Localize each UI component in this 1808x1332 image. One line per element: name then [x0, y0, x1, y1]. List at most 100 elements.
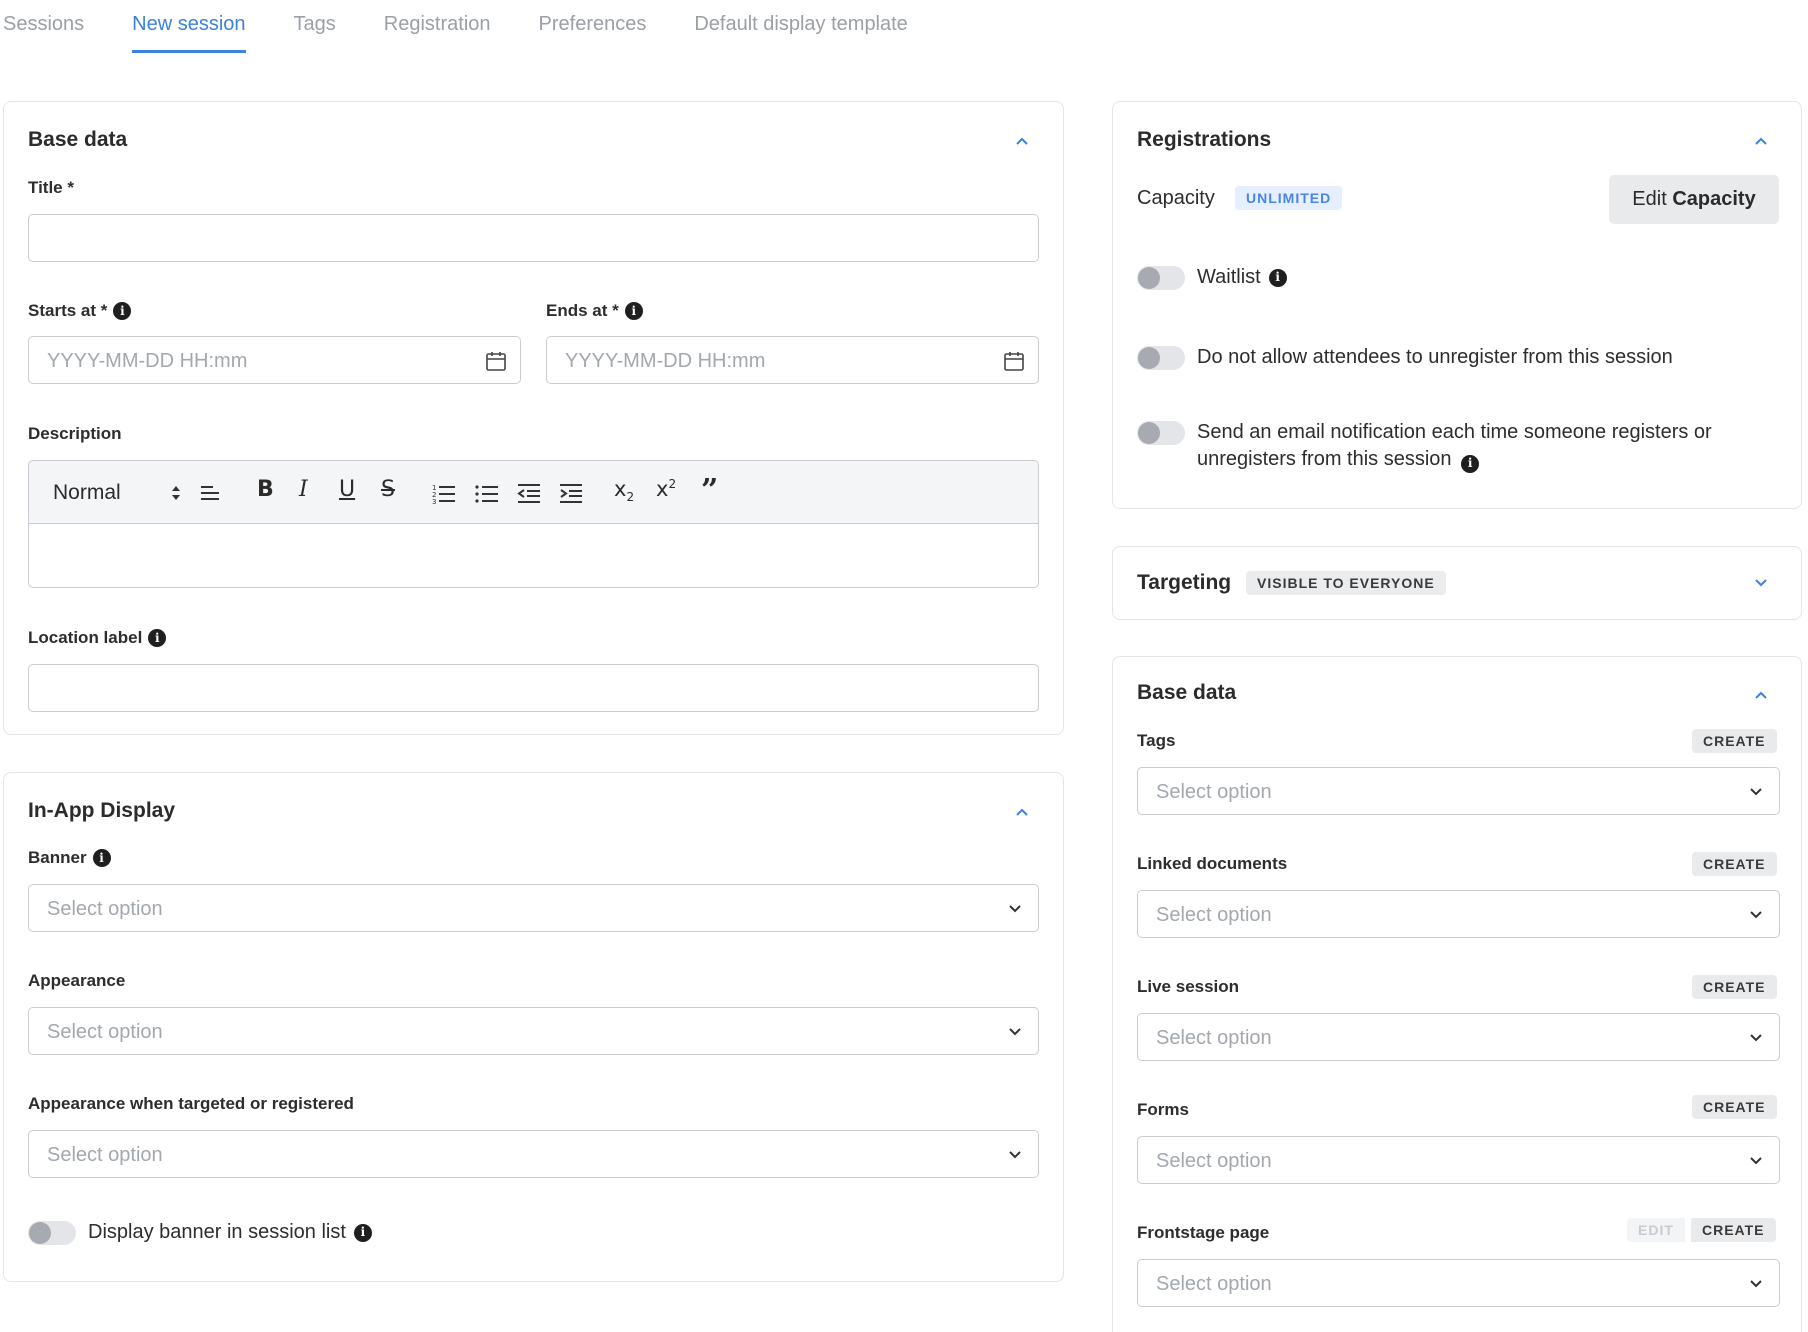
appearance-select[interactable]: Select option — [28, 1007, 1039, 1055]
starts-at-input[interactable]: YYYY-MM-DD HH:mm — [28, 336, 521, 384]
card-title: Base data — [1137, 681, 1237, 704]
chevron-up-icon[interactable] — [1015, 134, 1029, 148]
chevron-down-icon[interactable] — [1754, 576, 1768, 590]
title-label: Title * — [28, 178, 74, 198]
title-input[interactable] — [28, 214, 1039, 262]
appearance-label-text: Appearance — [28, 971, 126, 990]
select-placeholder: Select option — [47, 1144, 163, 1166]
frontstage-page-select[interactable]: Select option — [1137, 1259, 1780, 1307]
create-forms-button[interactable]: CREATE — [1692, 1095, 1777, 1119]
targeting-card[interactable]: Targeting VISIBLE TO EVERYONE — [1112, 546, 1802, 620]
waitlist-label-text: Waitlist — [1197, 266, 1261, 288]
info-icon[interactable]: i — [1268, 268, 1287, 287]
select-placeholder: Select option — [1156, 1150, 1272, 1172]
location-input[interactable] — [28, 664, 1039, 712]
underline-icon[interactable]: U — [339, 477, 355, 502]
create-frontstage-button[interactable]: CREATE — [1691, 1218, 1776, 1242]
starts-at-label-text: Starts at * — [28, 301, 108, 320]
appearance-targeted-select[interactable]: Select option — [28, 1130, 1039, 1178]
tab-tags[interactable]: Tags — [294, 0, 336, 53]
chevron-up-icon[interactable] — [1754, 134, 1768, 148]
live-session-label: Live session — [1137, 977, 1240, 996]
svg-text:3: 3 — [432, 498, 436, 504]
chevron-down-icon — [1750, 788, 1762, 796]
info-icon[interactable]: i — [624, 302, 643, 320]
email-notification-toggle[interactable] — [1137, 421, 1185, 445]
no-unregister-toggle[interactable] — [1137, 346, 1185, 370]
edit-frontstage-button[interactable]: EDIT — [1627, 1218, 1685, 1242]
bullet-list-icon[interactable] — [475, 482, 499, 504]
ends-at-input[interactable]: YYYY-MM-DD HH:mm — [546, 336, 1039, 384]
edit-capacity-button[interactable]: Edit Capacity — [1609, 175, 1779, 224]
card-title: Base data — [28, 128, 128, 151]
appearance-label: Appearance — [28, 971, 125, 991]
chevron-up-icon[interactable] — [1015, 805, 1029, 819]
linked-documents-label: Linked documents — [1137, 854, 1288, 873]
ordered-list-icon[interactable]: 123 — [432, 482, 456, 504]
quote-icon[interactable]: ” — [701, 473, 718, 508]
tab-new-session[interactable]: New session — [132, 0, 246, 53]
display-banner-toggle[interactable] — [28, 1221, 76, 1245]
edit-capacity-bold: Capacity — [1672, 188, 1756, 210]
info-icon[interactable]: i — [353, 1223, 372, 1242]
tags-select[interactable]: Select option — [1137, 767, 1780, 815]
no-unregister-label: Do not allow attendees to unregister fro… — [1197, 346, 1673, 368]
tab-preferences[interactable]: Preferences — [539, 0, 647, 53]
banner-select[interactable]: Select option — [28, 884, 1039, 932]
linked-documents-select[interactable]: Select option — [1137, 890, 1780, 938]
card-title: Registrations — [1137, 128, 1272, 151]
appearance-targeted-label-text: Appearance when targeted or registered — [28, 1094, 354, 1113]
description-editor[interactable] — [28, 524, 1039, 588]
select-placeholder: Select option — [47, 1021, 163, 1043]
chevron-down-icon — [1750, 1157, 1762, 1165]
base-data-right-card: Base data Tags CREATE Select option Link… — [1112, 656, 1802, 1332]
info-icon[interactable]: i — [1461, 454, 1480, 473]
capacity-label: Capacity — [1137, 187, 1215, 209]
capacity-badge: UNLIMITED — [1235, 186, 1343, 210]
create-linked-documents-button[interactable]: CREATE — [1692, 852, 1777, 876]
create-live-session-button[interactable]: CREATE — [1692, 975, 1777, 999]
tab-default-display-template[interactable]: Default display template — [694, 0, 907, 53]
base-data-card: Base data Title * Starts at * i YYYY-MM-… — [3, 101, 1064, 735]
chevron-up-icon[interactable] — [1754, 688, 1768, 702]
editor-toolbar: Normal B I U S 123 x2 x2 ” — [28, 460, 1039, 524]
create-tags-button[interactable]: CREATE — [1692, 729, 1777, 753]
select-placeholder: Select option — [1156, 1273, 1272, 1295]
calendar-icon[interactable] — [484, 349, 508, 373]
format-select[interactable]: Normal — [53, 481, 121, 505]
info-icon[interactable]: i — [113, 302, 132, 320]
location-label: Location label i — [28, 628, 167, 648]
chevron-down-icon — [1009, 1151, 1021, 1159]
tab-registration[interactable]: Registration — [384, 0, 491, 53]
edit-capacity-prefix: Edit — [1632, 188, 1673, 210]
card-title: Targeting — [1137, 571, 1232, 594]
subscript-icon[interactable]: x2 — [614, 477, 634, 504]
banner-label: Banner i — [28, 848, 111, 868]
forms-select[interactable]: Select option — [1137, 1136, 1780, 1184]
strike-icon[interactable]: S — [381, 477, 395, 502]
select-placeholder: Select option — [1156, 781, 1272, 803]
bold-icon[interactable]: B — [257, 477, 274, 502]
waitlist-toggle[interactable] — [1137, 266, 1185, 290]
starts-at-label: Starts at * i — [28, 301, 132, 321]
title-label-text: Title * — [28, 178, 74, 197]
superscript-icon[interactable]: x2 — [656, 477, 676, 501]
outdent-icon[interactable] — [517, 482, 541, 504]
forms-label: Forms — [1137, 1100, 1189, 1119]
registrations-card: Registrations Capacity UNLIMITED Edit Ca… — [1112, 101, 1802, 509]
frontstage-page-label: Frontstage page — [1137, 1223, 1270, 1242]
chevron-down-icon — [1750, 911, 1762, 919]
tab-sessions[interactable]: Sessions — [3, 0, 84, 53]
card-title: In-App Display — [28, 799, 176, 822]
indent-icon[interactable] — [559, 482, 583, 504]
in-app-display-card: In-App Display Banner i Select option Ap… — [3, 772, 1064, 1282]
calendar-icon[interactable] — [1002, 349, 1026, 373]
info-icon[interactable]: i — [148, 629, 167, 647]
info-icon[interactable]: i — [92, 849, 111, 867]
live-session-select[interactable]: Select option — [1137, 1013, 1780, 1061]
align-icon[interactable] — [199, 482, 221, 504]
ends-at-label-text: Ends at * — [546, 301, 619, 320]
sort-arrows-icon[interactable] — [171, 484, 181, 502]
italic-icon[interactable]: I — [299, 477, 308, 502]
select-placeholder: Select option — [1156, 904, 1272, 926]
